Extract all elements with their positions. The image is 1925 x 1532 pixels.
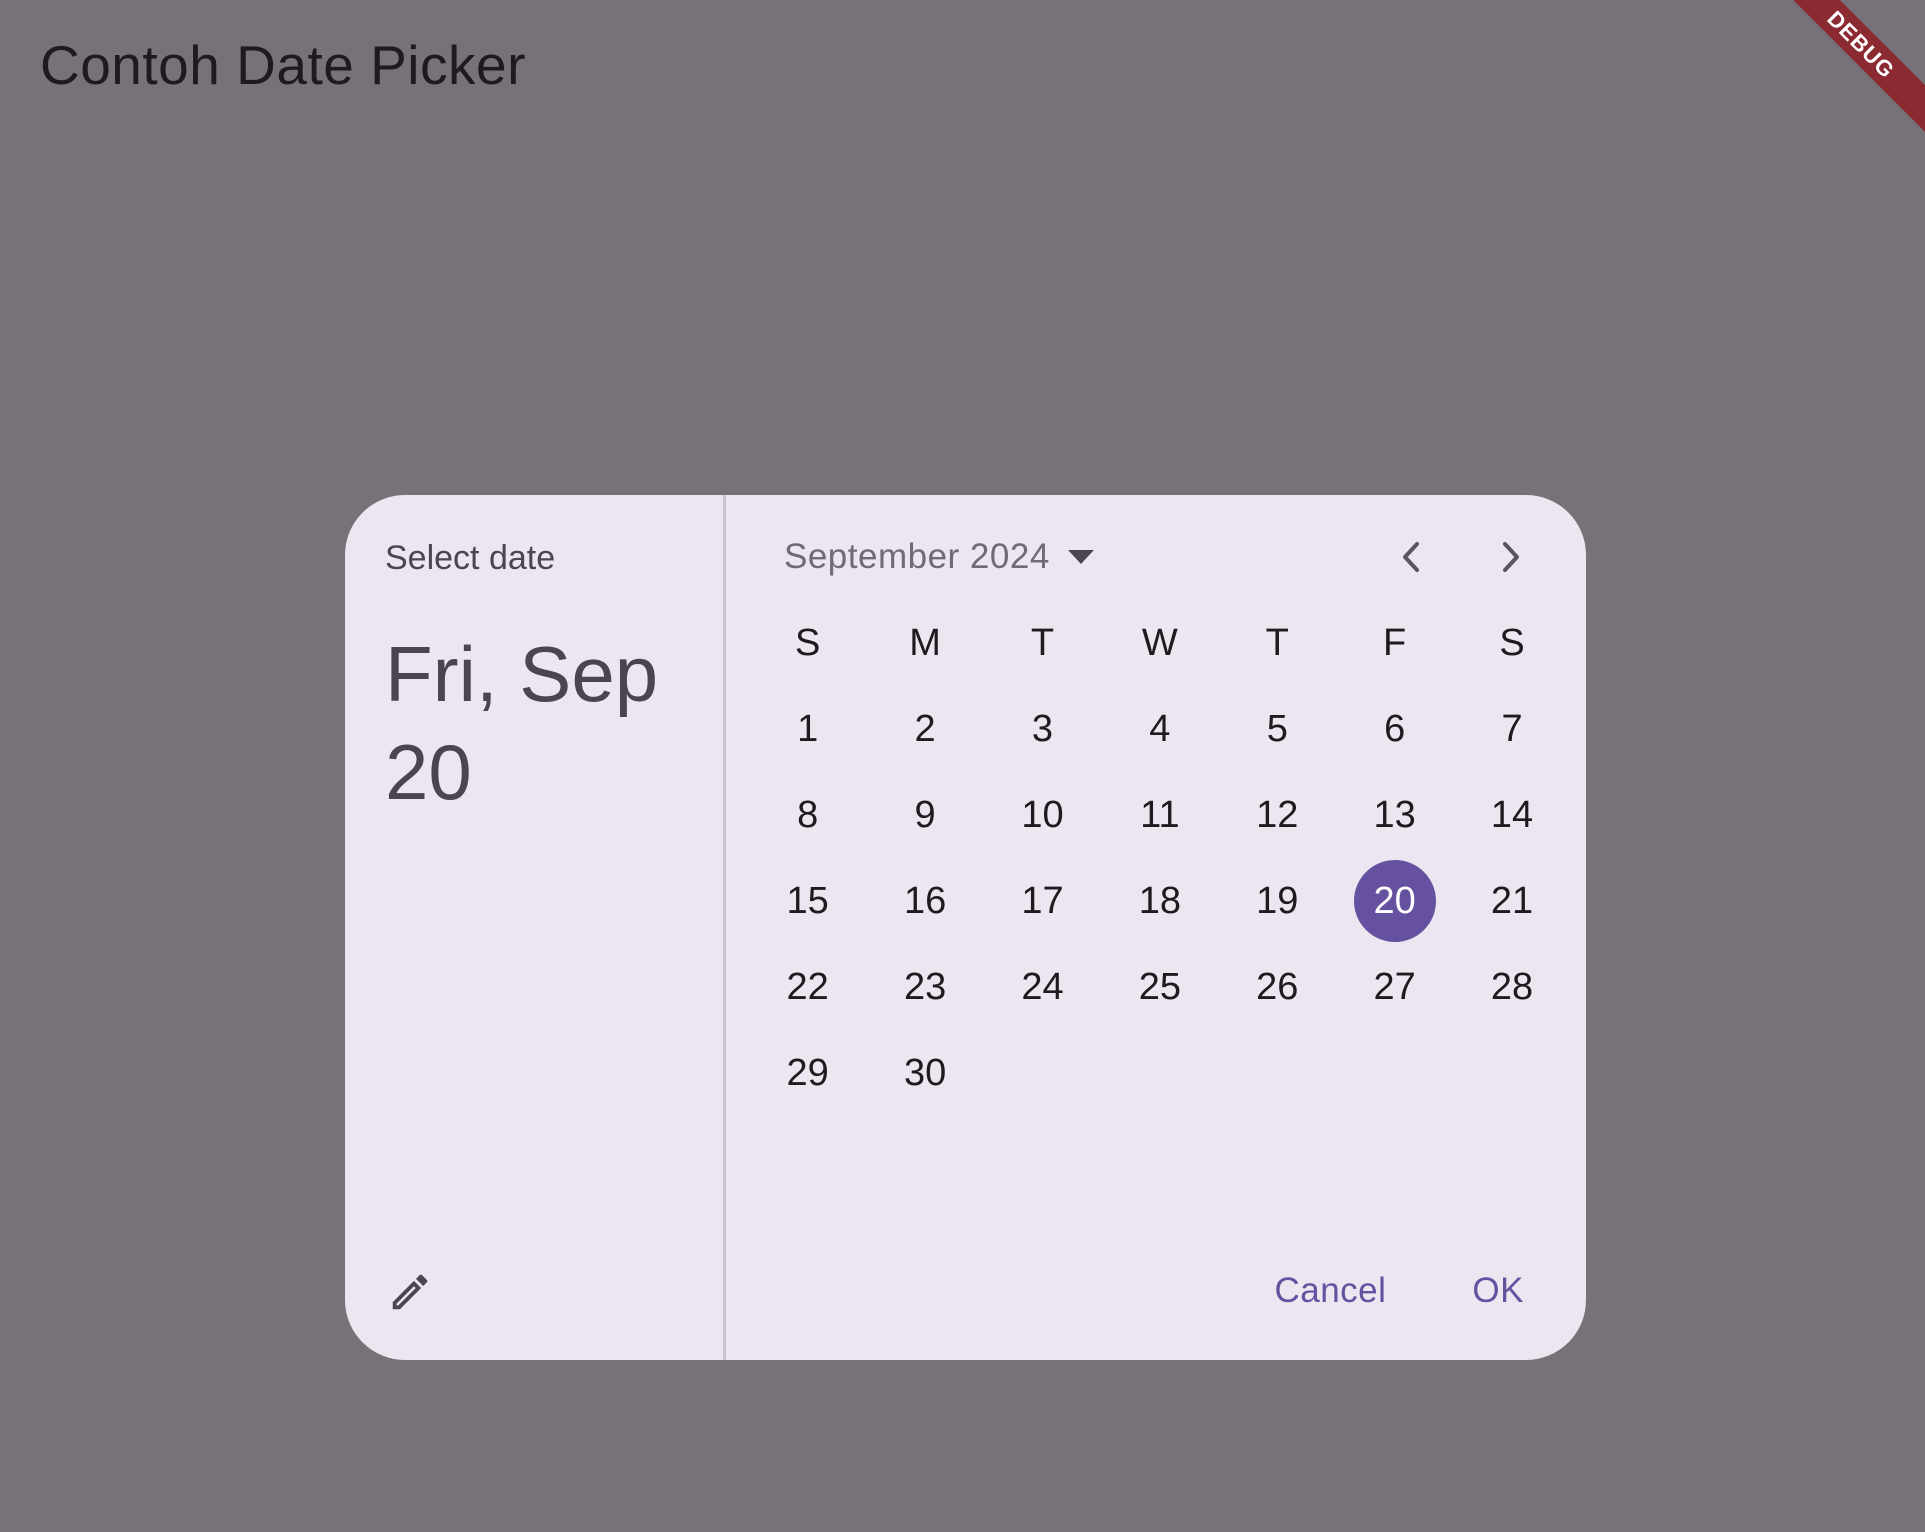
calendar-day[interactable]: 11: [1101, 772, 1218, 858]
day-number: 13: [1373, 793, 1416, 836]
day-number: 12: [1256, 793, 1299, 836]
day-number: 18: [1138, 879, 1181, 922]
day-number: 17: [1021, 879, 1064, 922]
calendar-panel: September 2024 S M T W T F S 1 2 3 4 5 6…: [726, 495, 1586, 1360]
calendar-day[interactable]: 2: [866, 686, 983, 772]
day-number: 26: [1256, 965, 1299, 1008]
day-number: 4: [1149, 707, 1171, 750]
weekday-label: S: [795, 621, 821, 664]
day-number: 2: [914, 707, 936, 750]
ok-button[interactable]: OK: [1454, 1263, 1542, 1319]
calendar-day-selected[interactable]: 20: [1336, 858, 1453, 944]
calendar-day[interactable]: 8: [749, 772, 866, 858]
weekday-label: S: [1499, 621, 1525, 664]
chevron-left-icon: [1403, 542, 1419, 572]
day-number: 24: [1021, 965, 1064, 1008]
calendar-day[interactable]: 17: [984, 858, 1101, 944]
calendar-day[interactable]: 13: [1336, 772, 1453, 858]
day-number: 30: [903, 1051, 947, 1094]
day-number: 14: [1490, 793, 1534, 836]
edit-mode-button[interactable]: [375, 1257, 445, 1327]
day-number: 10: [1021, 793, 1064, 836]
day-number: 11: [1140, 793, 1180, 836]
day-number: 25: [1138, 965, 1181, 1008]
help-text: Select date: [385, 539, 556, 577]
day-number: 29: [786, 1051, 829, 1094]
day-number: 5: [1266, 707, 1288, 750]
calendar-day[interactable]: 15: [749, 858, 866, 944]
calendar-day[interactable]: 6: [1336, 686, 1453, 772]
calendar-day[interactable]: 19: [1219, 858, 1336, 944]
date-picker-header: Select date Fri, Sep 20: [345, 495, 726, 1360]
calendar-day[interactable]: 3: [984, 686, 1101, 772]
day-number: 6: [1384, 707, 1406, 750]
day-number: 20: [1353, 860, 1436, 942]
day-number: 7: [1501, 707, 1523, 750]
calendar-week-row: 1 2 3 4 5 6 7: [749, 686, 1571, 772]
weekday-label: T: [1030, 621, 1055, 664]
pencil-icon: [392, 1274, 428, 1310]
calendar-day[interactable]: 5: [1219, 686, 1336, 772]
calendar-week-row: 29 30: [749, 1030, 1571, 1116]
selected-date-headline: Fri, Sep 20: [385, 630, 659, 816]
previous-month-button[interactable]: [1383, 529, 1439, 585]
calendar-day[interactable]: 18: [1101, 858, 1218, 944]
calendar-week-row: 8 9 10 11 12 13 14: [749, 772, 1571, 858]
calendar-grid: S M T W T F S 1 2 3 4 5 6 7 8 9 10 11 12…: [749, 600, 1571, 1116]
day-number: 22: [786, 965, 829, 1008]
app-title: Contoh Date Picker: [40, 34, 526, 96]
calendar-week-row: 15 16 17 18 19 20 21: [749, 858, 1571, 944]
calendar-day[interactable]: 21: [1453, 858, 1570, 944]
calendar-day[interactable]: 26: [1219, 944, 1336, 1030]
dropdown-arrow-icon: [1067, 550, 1094, 564]
calendar-day[interactable]: 12: [1219, 772, 1336, 858]
calendar-day-empty: [1336, 1030, 1453, 1116]
next-month-button[interactable]: [1483, 529, 1539, 585]
calendar-day-empty: [1219, 1030, 1336, 1116]
calendar-day[interactable]: 25: [1101, 944, 1218, 1030]
day-number: 28: [1490, 965, 1534, 1008]
calendar-day[interactable]: 10: [984, 772, 1101, 858]
day-number: 15: [786, 879, 829, 922]
calendar-day[interactable]: 1: [749, 686, 866, 772]
weekday-label: W: [1141, 621, 1178, 664]
weekday-label: T: [1265, 621, 1289, 664]
calendar-day-empty: [1101, 1030, 1218, 1116]
calendar-day[interactable]: 4: [1101, 686, 1218, 772]
calendar-day[interactable]: 23: [866, 944, 983, 1030]
calendar-day[interactable]: 7: [1453, 686, 1570, 772]
dialog-actions: Cancel OK: [1256, 1263, 1542, 1319]
day-number: 21: [1490, 879, 1534, 922]
calendar-week-row: 22 23 24 25 26 27 28: [749, 944, 1571, 1030]
day-number: 1: [797, 707, 819, 750]
chevron-right-icon: [1503, 542, 1519, 572]
month-year-selector[interactable]: September 2024: [784, 529, 1094, 585]
weekday-label: F: [1383, 621, 1407, 664]
calendar-day[interactable]: 30: [866, 1030, 983, 1116]
day-number: 23: [903, 965, 947, 1008]
cancel-button[interactable]: Cancel: [1256, 1263, 1404, 1319]
month-year-label: September 2024: [784, 537, 1050, 576]
calendar-day[interactable]: 16: [866, 858, 983, 944]
date-picker-dialog: Select date Fri, Sep 20 September 2024 S…: [345, 495, 1586, 1360]
weekday-label: M: [909, 621, 941, 664]
calendar-day[interactable]: 29: [749, 1030, 866, 1116]
calendar-day[interactable]: 27: [1336, 944, 1453, 1030]
day-number: 27: [1373, 965, 1416, 1008]
day-number: 19: [1256, 879, 1299, 922]
day-number: 9: [914, 793, 936, 836]
calendar-day[interactable]: 9: [866, 772, 983, 858]
day-number: 16: [903, 879, 947, 922]
calendar-day[interactable]: 22: [749, 944, 866, 1030]
day-number: 3: [1031, 707, 1054, 750]
debug-label: DEBUG: [1785, 0, 1925, 134]
day-number: 8: [797, 793, 819, 836]
debug-banner: DEBUG: [1785, 0, 1925, 140]
calendar-day[interactable]: 14: [1453, 772, 1570, 858]
calendar-day[interactable]: 28: [1453, 944, 1570, 1030]
calendar-day-empty: [984, 1030, 1101, 1116]
calendar-day[interactable]: 24: [984, 944, 1101, 1030]
calendar-day-empty: [1453, 1030, 1570, 1116]
weekday-header-row: S M T W T F S: [749, 600, 1571, 686]
